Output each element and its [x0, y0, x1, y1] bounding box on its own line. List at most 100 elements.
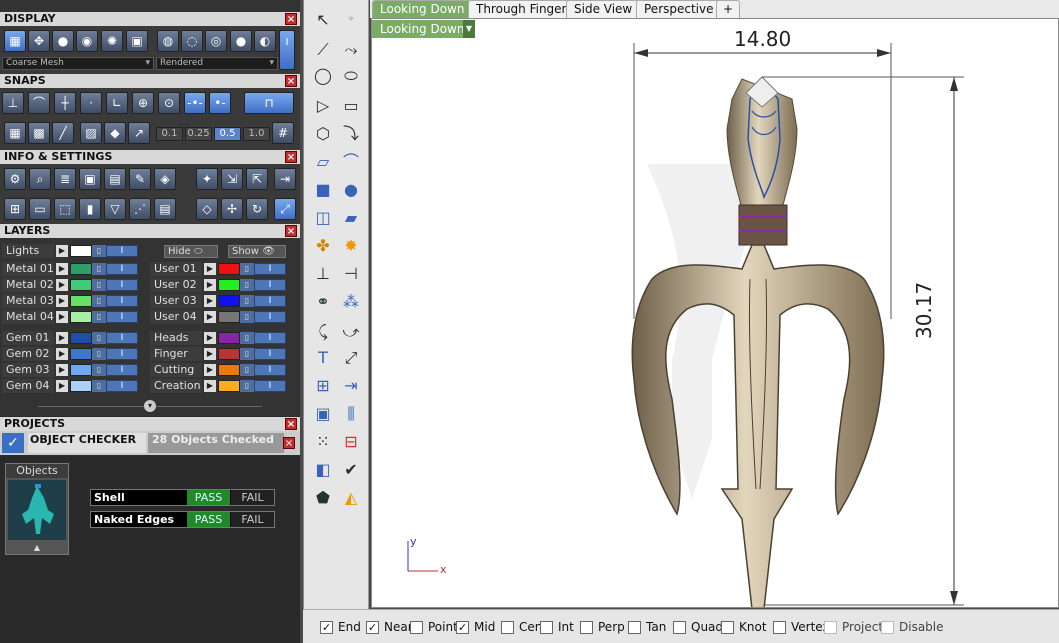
lock-icon[interactable]: ▯ — [240, 263, 254, 275]
play-icon[interactable]: ▶ — [204, 348, 216, 360]
snap-quad-icon[interactable]: ⊕ — [132, 92, 154, 114]
layer-lights[interactable]: Lights ▶ ▯ I — [2, 244, 142, 258]
layer-color-swatch[interactable] — [218, 295, 240, 307]
layers-stack-icon[interactable]: ≣ — [54, 168, 76, 190]
projects-close-icon[interactable]: × — [285, 418, 297, 430]
osnap-checkbox[interactable] — [773, 621, 786, 634]
flow-icon[interactable]: ⇥ — [338, 374, 364, 398]
osnap-checkbox[interactable] — [628, 621, 641, 634]
play-icon[interactable]: ▶ — [204, 332, 216, 344]
gloss-sphere-icon[interactable]: ● — [230, 30, 252, 52]
layer-row[interactable]: Gem 02 ▶ ▯ I — [2, 347, 142, 361]
hexagon-icon[interactable]: ⬡ — [310, 122, 336, 146]
osnap-cen[interactable]: Cen — [501, 620, 542, 634]
osnap-checkbox[interactable] — [824, 621, 837, 634]
hatch-icon[interactable]: ▨ — [80, 122, 102, 144]
matte-sphere-icon[interactable]: ◎ — [205, 30, 227, 52]
visibility-toggle[interactable]: I — [106, 348, 138, 360]
tab-looking-down[interactable]: Looking Down — [372, 0, 473, 18]
text-icon[interactable]: T — [310, 346, 336, 370]
snap-step-0[interactable]: 0.1 — [156, 127, 183, 141]
arc-icon[interactable]: ⤵ — [338, 122, 364, 146]
snap-mid-icon[interactable]: -•- — [184, 92, 206, 114]
lock-icon[interactable]: ▯ — [240, 311, 254, 323]
snap-int-icon[interactable]: ┼ — [54, 92, 76, 114]
pass-badge[interactable]: PASS — [187, 490, 230, 505]
zoom-icon[interactable]: ⌕ — [29, 168, 51, 190]
cube-wire-icon[interactable]: ⬚ — [54, 198, 76, 220]
boolean-diff-icon[interactable]: ⁂ — [338, 290, 364, 314]
pendant-model[interactable] — [372, 19, 1058, 607]
layer-color-swatch[interactable] — [70, 380, 92, 392]
planar-icon[interactable]: ◆ — [104, 122, 126, 144]
snap-point-icon[interactable]: · — [80, 92, 102, 114]
boolean-union-icon[interactable]: ⚭ — [310, 290, 336, 314]
polyline-icon[interactable]: ⟋ — [310, 38, 336, 62]
edit-icon[interactable]: ✎ — [129, 168, 151, 190]
layer-row[interactable]: Metal 01 ▶ ▯ I — [2, 262, 142, 276]
objects-thumbnail-panel[interactable]: Objects ▲ — [5, 463, 69, 555]
rectangle-icon[interactable]: ▭ — [338, 94, 364, 118]
viewport-title-dropdown[interactable]: Looking Down ▼ — [372, 20, 475, 38]
display-mode-icon[interactable]: ▣ — [126, 30, 148, 52]
fail-badge[interactable]: FAIL — [231, 512, 274, 527]
layer-row[interactable]: Metal 04 ▶ ▯ I — [2, 310, 142, 324]
book-icon[interactable]: ▮ — [79, 198, 101, 220]
visibility-toggle[interactable]: I — [106, 311, 138, 323]
layer-color-swatch[interactable] — [218, 348, 240, 360]
play-icon[interactable]: ▶ — [204, 295, 216, 307]
sweep-icon[interactable]: ⌒ — [338, 150, 364, 174]
dimension-icon[interactable]: ⊟ — [338, 430, 364, 454]
line-snap-icon[interactable]: ╱ — [52, 122, 74, 144]
scale-icon[interactable]: ⤢ — [338, 346, 364, 370]
osnap-checkbox[interactable]: ✓ — [366, 621, 379, 634]
play-icon[interactable]: ▶ — [56, 245, 68, 257]
visibility-toggle[interactable]: I — [254, 332, 286, 344]
visibility-toggle[interactable]: I — [106, 279, 138, 291]
play-icon[interactable]: ▶ — [56, 380, 68, 392]
explode-icon[interactable]: ✸ — [338, 234, 364, 258]
osnap-checkbox[interactable] — [540, 621, 553, 634]
visibility-toggle[interactable]: I — [106, 263, 138, 275]
snap-cen-icon[interactable]: ⊙ — [158, 92, 180, 114]
osnap-vertex[interactable]: Vertex — [773, 620, 830, 634]
visibility-toggle[interactable]: I — [254, 279, 286, 291]
osnap-checkbox[interactable] — [501, 621, 514, 634]
layers-close-icon[interactable]: × — [285, 225, 297, 237]
shaded-sphere-icon[interactable]: ● — [52, 30, 74, 52]
layer-color-swatch[interactable] — [70, 279, 92, 291]
osnap-tan[interactable]: Tan — [628, 620, 666, 634]
layer-row[interactable]: Cutting ▶ ▯ I — [150, 363, 290, 377]
hide-button[interactable]: Hide ⬭ — [164, 245, 218, 258]
curve-points-icon[interactable]: ⤳ — [338, 38, 364, 62]
layer-row[interactable]: Metal 02 ▶ ▯ I — [2, 278, 142, 292]
visibility-toggle[interactable]: I — [106, 332, 138, 344]
snap-perp-icon[interactable]: ∟ — [106, 92, 128, 114]
fillet-icon[interactable]: ⤹ — [310, 320, 336, 344]
layer-row[interactable]: Gem 01 ▶ ▯ I — [2, 331, 142, 345]
play-icon[interactable]: ▶ — [56, 311, 68, 323]
layer-row[interactable]: Gem 03 ▶ ▯ I — [2, 363, 142, 377]
lock-icon[interactable]: ▯ — [92, 348, 106, 360]
layer-color-swatch[interactable] — [218, 279, 240, 291]
grid-settings-icon[interactable]: # — [272, 122, 294, 144]
grid-icon[interactable]: ▦ — [4, 122, 26, 144]
rendered-sphere-icon[interactable]: ◉ — [76, 30, 98, 52]
select-filter-icon[interactable]: ⋰ — [129, 198, 151, 220]
visibility-toggle[interactable]: I — [254, 311, 286, 323]
split-icon[interactable]: ⊣ — [338, 262, 364, 286]
circle-icon[interactable]: ◯ — [310, 64, 336, 88]
osnap-project[interactable]: Project — [824, 620, 883, 634]
osnap-perp[interactable]: Perp — [580, 620, 625, 634]
layer-row[interactable]: User 04 ▶ ▯ I — [150, 310, 290, 324]
mesh-sphere-icon[interactable]: ◌ — [181, 30, 203, 52]
lock-icon[interactable]: ▯ — [92, 245, 106, 257]
render-settings-icon[interactable]: ✺ — [101, 30, 123, 52]
osnap-checkbox[interactable] — [721, 621, 734, 634]
lock-icon[interactable]: ▯ — [240, 380, 254, 392]
layer-row[interactable]: Gem 04 ▶ ▯ I — [2, 379, 142, 393]
lock-icon[interactable]: ▯ — [240, 295, 254, 307]
select-arrow-icon[interactable]: ↖ — [310, 8, 336, 32]
lock-icon[interactable]: ▯ — [92, 332, 106, 344]
settings-gear-icon[interactable]: ⚙ — [4, 168, 26, 190]
